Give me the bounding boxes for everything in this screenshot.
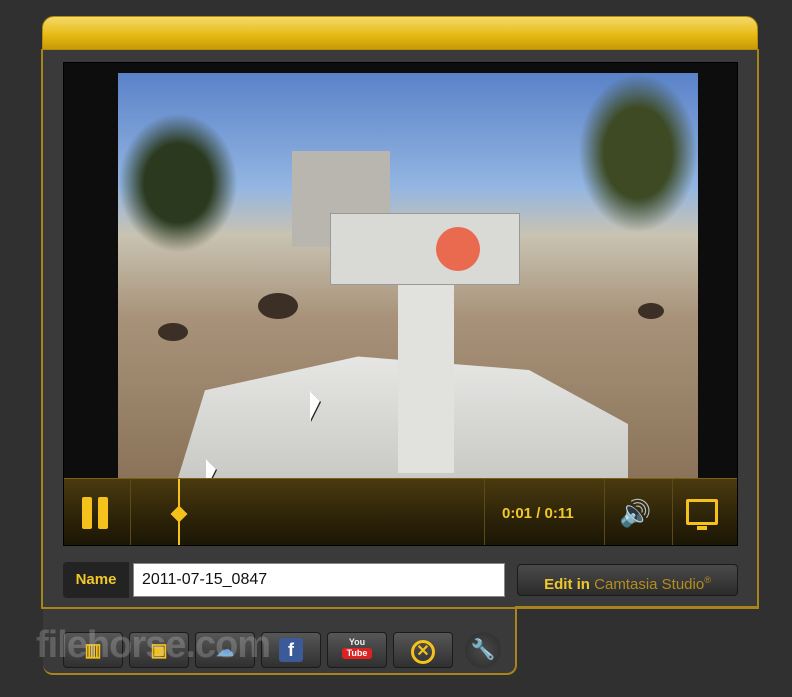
registered-mark: ®: [704, 575, 711, 585]
name-label: Name: [63, 562, 129, 598]
scene-rover-mast: [398, 283, 454, 473]
divider: [130, 479, 131, 545]
youtube-icon: You Tube: [342, 637, 372, 665]
wrench-icon: 🔧: [470, 639, 496, 661]
seek-bar[interactable]: [134, 479, 484, 545]
edit-in-camtasia-button[interactable]: Edit in Camtasia Studio®: [517, 564, 738, 596]
pause-icon: [98, 497, 108, 529]
youtube-share-button[interactable]: You Tube: [327, 632, 387, 668]
volume-icon: 🔊: [619, 498, 652, 528]
scene-rock: [638, 303, 664, 319]
close-circle-icon: ✕: [411, 640, 435, 664]
divider: [672, 479, 673, 545]
scene-rock: [258, 293, 298, 319]
scene-rover-lens: [436, 227, 480, 271]
playhead-knob[interactable]: [170, 505, 188, 523]
divider: [484, 479, 485, 545]
scene-tree: [118, 113, 238, 253]
pause-icon: [82, 497, 92, 529]
scene-rock: [158, 323, 188, 341]
name-input[interactable]: [133, 563, 505, 597]
video-player[interactable]: 0:01 / 0:11 🔊: [63, 62, 738, 546]
scene-rover-head: [330, 213, 520, 285]
youtube-icon-top: You: [348, 637, 366, 647]
settings-button[interactable]: 🔧: [465, 632, 501, 668]
scene-tree: [578, 73, 698, 233]
facebook-icon: f: [279, 638, 303, 662]
panel-notch-border: [515, 606, 759, 608]
panel-header-bar: [42, 16, 758, 50]
divider: [604, 479, 605, 545]
volume-button[interactable]: 🔊: [619, 497, 663, 529]
panel-notch: [517, 608, 761, 697]
time-readout: 0:01 / 0:11: [502, 505, 574, 522]
playback-controls: 0:01 / 0:11 🔊: [64, 478, 737, 545]
edit-button-prefix: Edit in: [544, 576, 590, 593]
video-frame-image: [118, 73, 698, 489]
youtube-icon-bottom: Tube: [342, 648, 372, 659]
fullscreen-button[interactable]: [686, 499, 718, 530]
discard-button[interactable]: ✕: [393, 632, 453, 668]
watermark-logo: filehorse.com: [36, 624, 271, 666]
name-row: Name Edit in Camtasia Studio®: [63, 562, 738, 598]
pause-button[interactable]: [80, 497, 110, 529]
mouse-cursor-icon: [310, 391, 320, 421]
edit-button-product: Camtasia Studio: [594, 576, 705, 593]
